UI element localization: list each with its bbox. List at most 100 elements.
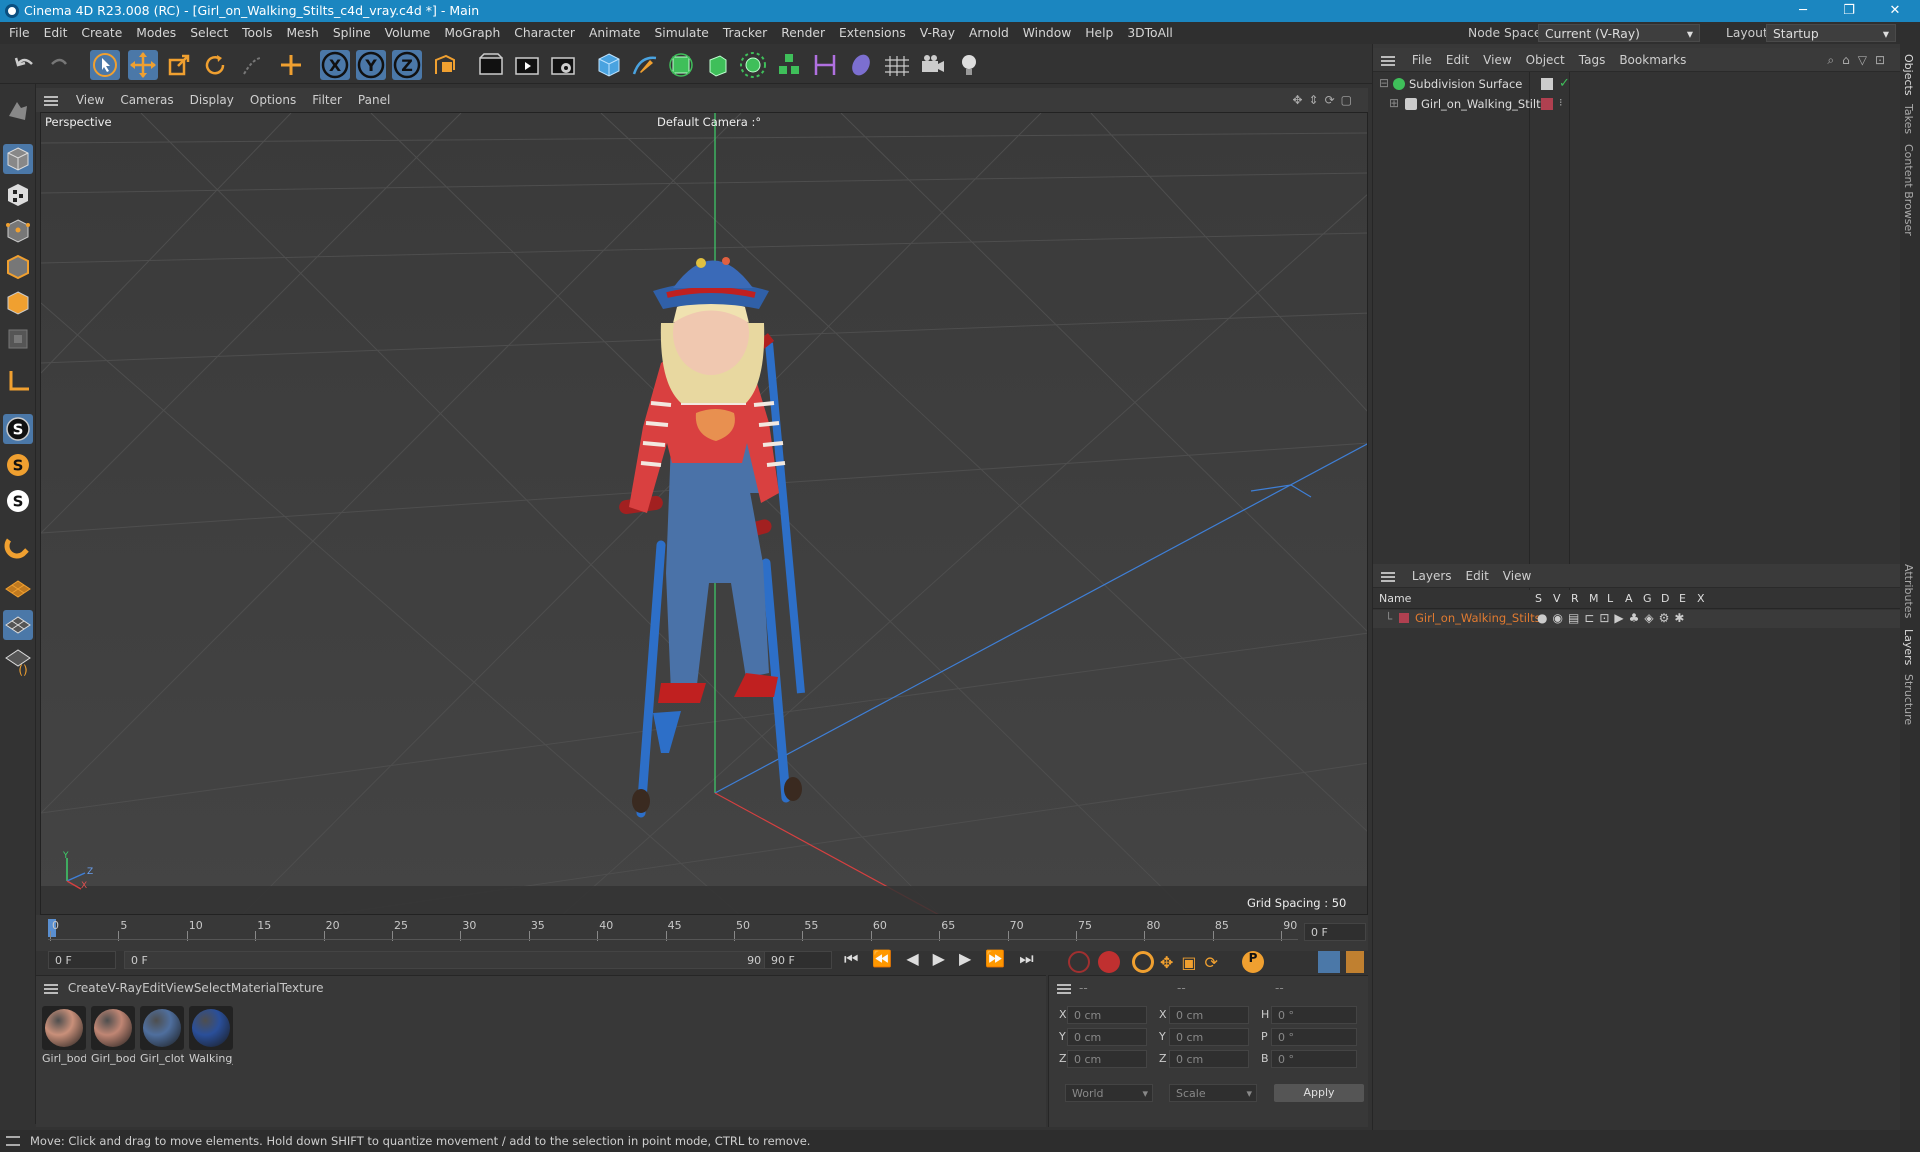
coord-space-dropdown[interactable]: World ▾ bbox=[1065, 1084, 1153, 1102]
parameter-key-icon[interactable]: P bbox=[1242, 951, 1264, 973]
extrude-button[interactable] bbox=[702, 50, 732, 80]
record-keys-icon[interactable] bbox=[1068, 951, 1090, 973]
expand-icon[interactable]: ⊞ bbox=[1389, 96, 1399, 110]
viewport-menu-cameras[interactable]: Cameras bbox=[112, 88, 181, 112]
tab-content-browser[interactable]: Content Browser bbox=[1902, 144, 1915, 236]
polygons-mode-button[interactable] bbox=[3, 288, 33, 318]
subdivision-surface-button[interactable] bbox=[666, 50, 696, 80]
floor-grid-button[interactable] bbox=[3, 610, 33, 640]
material-thumbnail[interactable]: Girl_bod bbox=[42, 1006, 86, 1065]
menu-file[interactable]: File bbox=[2, 22, 37, 44]
coord-value-field[interactable]: 0 cm bbox=[1067, 1006, 1147, 1024]
render-settings-button[interactable] bbox=[548, 50, 578, 80]
objects-menu-file[interactable]: File bbox=[1405, 48, 1439, 72]
start-frame-field[interactable]: 0 F bbox=[48, 951, 116, 969]
menu-extensions[interactable]: Extensions bbox=[832, 22, 913, 44]
tab-layers[interactable]: Layers bbox=[1902, 629, 1915, 665]
menu-spline[interactable]: Spline bbox=[326, 22, 378, 44]
make-editable-button[interactable] bbox=[3, 96, 33, 126]
layer-flag-icons[interactable]: ●◉▤⊏⊡▶♣◈⚙✱ bbox=[1537, 611, 1689, 625]
checkmark-icon[interactable]: ✓ bbox=[1559, 76, 1570, 91]
frame-range-slider[interactable]: 0 F 90 F bbox=[124, 951, 780, 969]
prev-key-icon[interactable]: ⏪ bbox=[872, 949, 906, 968]
model-mode-button[interactable] bbox=[3, 144, 33, 174]
menu-animate[interactable]: Animate bbox=[582, 22, 648, 44]
coord-value-field[interactable]: 0 ° bbox=[1271, 1050, 1357, 1068]
light-button[interactable] bbox=[954, 50, 984, 80]
select-tool-button[interactable] bbox=[90, 50, 120, 80]
coord-value-field[interactable]: 0 ° bbox=[1271, 1006, 1357, 1024]
snap-settings-button[interactable]: S bbox=[3, 450, 33, 480]
menu-modes[interactable]: Modes bbox=[129, 22, 183, 44]
edit-tag-icon[interactable] bbox=[1541, 78, 1553, 90]
viewport-menu-filter[interactable]: Filter bbox=[304, 88, 350, 112]
texture-mode-button[interactable] bbox=[3, 180, 33, 210]
points-mode-button[interactable] bbox=[3, 216, 33, 246]
cube-object-button[interactable] bbox=[594, 50, 624, 80]
viewport-menu-display[interactable]: Display bbox=[182, 88, 242, 112]
objects-search-icons[interactable]: ⌕⌂▽⊡ bbox=[1827, 48, 1893, 72]
menu-tracker[interactable]: Tracker bbox=[716, 22, 774, 44]
timeline-view-icon[interactable] bbox=[1318, 951, 1340, 973]
z-axis-lock-button[interactable]: Z bbox=[392, 50, 422, 80]
coords-hamburger-icon[interactable] bbox=[1057, 983, 1071, 994]
objects-menu-edit[interactable]: Edit bbox=[1439, 48, 1476, 72]
coord-value-field[interactable]: 0 ° bbox=[1271, 1028, 1357, 1046]
key-type-icons[interactable]: ✥▣⟳ bbox=[1160, 953, 1226, 972]
objects-menu-view[interactable]: View bbox=[1476, 48, 1518, 72]
next-key-icon[interactable]: ⏩ bbox=[985, 949, 1019, 968]
expand-icon[interactable]: ⊟ bbox=[1379, 76, 1389, 90]
timeline-ruler[interactable]: 0 5 10 15 20 25 30 35 40 45 50 55 60 65 70 75 80 85 90 0 F bbox=[36, 915, 1368, 951]
spline-pen-button[interactable] bbox=[630, 50, 660, 80]
visibility-dots-icon[interactable]: ⁝ bbox=[1559, 96, 1563, 109]
end-frame-field[interactable]: 90 F bbox=[764, 951, 832, 969]
tab-structure[interactable]: Structure bbox=[1902, 674, 1915, 725]
rotate-tool-button[interactable] bbox=[200, 50, 230, 80]
viewport-menu-panel[interactable]: Panel bbox=[350, 88, 398, 112]
coord-value-field[interactable]: 0 cm bbox=[1067, 1028, 1147, 1046]
undo-button[interactable] bbox=[10, 50, 40, 80]
layer-color-icon[interactable] bbox=[1541, 98, 1553, 110]
material-thumbnail[interactable]: Girl_clotl bbox=[140, 1006, 184, 1065]
layout-dropdown[interactable]: Startup ▾ bbox=[1766, 24, 1896, 42]
menu-render[interactable]: Render bbox=[774, 22, 832, 44]
snap-button[interactable]: S bbox=[3, 414, 33, 444]
render-picture-viewer-button[interactable] bbox=[512, 50, 542, 80]
coord-value-field[interactable]: 0 cm bbox=[1169, 1006, 1249, 1024]
material-hamburger-icon[interactable] bbox=[44, 983, 58, 994]
mograph-cloner-button[interactable] bbox=[774, 50, 804, 80]
scale-tool-button[interactable] bbox=[164, 50, 194, 80]
viewport-menu-options[interactable]: Options bbox=[242, 88, 304, 112]
floor-button[interactable] bbox=[882, 50, 912, 80]
material-thumbnail[interactable]: Girl_bod bbox=[91, 1006, 135, 1065]
material-menu-create[interactable]: Create bbox=[68, 981, 108, 995]
objects-menu-bookmarks[interactable]: Bookmarks bbox=[1612, 48, 1693, 72]
objects-menu-tags[interactable]: Tags bbox=[1572, 48, 1613, 72]
layers-hamburger-icon[interactable] bbox=[1381, 571, 1395, 582]
menu-help[interactable]: Help bbox=[1078, 22, 1120, 44]
prev-frame-icon[interactable]: ◀ bbox=[906, 949, 932, 968]
tab-objects[interactable]: Objects bbox=[1902, 54, 1915, 96]
menu-select[interactable]: Select bbox=[183, 22, 235, 44]
object-row-girl[interactable]: ⊞ Girl_on_Walking_Stilts ⁝ bbox=[1373, 96, 1901, 114]
material-menu-view[interactable]: View bbox=[165, 981, 193, 995]
menu-tools[interactable]: Tools bbox=[235, 22, 279, 44]
next-frame-icon[interactable]: ▶ bbox=[959, 949, 985, 968]
menu-arnold[interactable]: Arnold bbox=[962, 22, 1016, 44]
coord-value-field[interactable]: 0 cm bbox=[1169, 1050, 1249, 1068]
menu-v-ray[interactable]: V-Ray bbox=[913, 22, 962, 44]
current-frame-field[interactable]: 0 F bbox=[1304, 923, 1366, 941]
coordinate-system-button[interactable] bbox=[430, 50, 460, 80]
grid-snap-button[interactable] bbox=[3, 574, 33, 604]
apply-button[interactable]: Apply bbox=[1274, 1084, 1364, 1102]
redo-button[interactable] bbox=[44, 50, 74, 80]
objects-menu-object[interactable]: Object bbox=[1519, 48, 1572, 72]
viewport-nav-icons[interactable]: ✥⇕⟳▢ bbox=[1292, 88, 1358, 112]
menu-edit[interactable]: Edit bbox=[37, 22, 75, 44]
objects-hamburger-icon[interactable] bbox=[1381, 55, 1395, 66]
keyframe-selection-icon[interactable] bbox=[1132, 951, 1154, 973]
menu-window[interactable]: Window bbox=[1016, 22, 1079, 44]
restore-button[interactable]: ❐ bbox=[1826, 0, 1872, 22]
object-row-subdivision[interactable]: ⊟ Subdivision Surface ✓ bbox=[1373, 76, 1901, 94]
menu-volume[interactable]: Volume bbox=[378, 22, 438, 44]
